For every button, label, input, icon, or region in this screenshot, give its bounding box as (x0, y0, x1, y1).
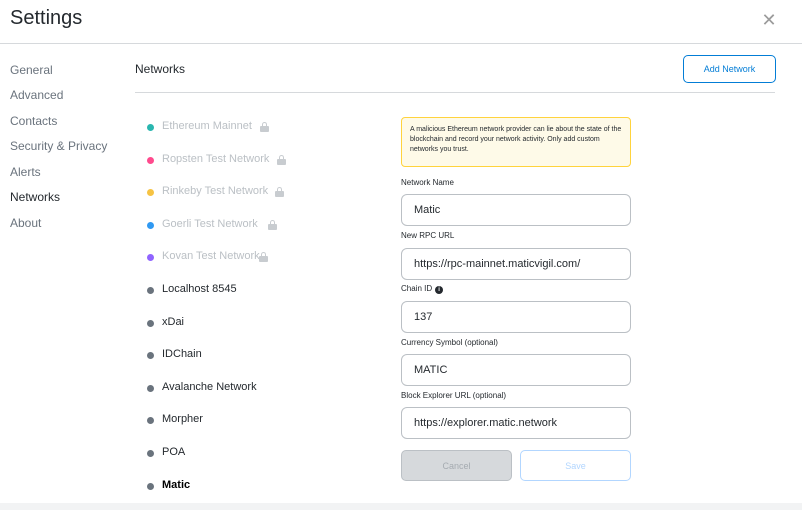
network-name: Avalanche Network (162, 381, 257, 393)
settings-panel: Settings ✕ General Advanced Contacts Sec… (0, 0, 802, 503)
add-network-button[interactable]: Add Network (683, 55, 776, 83)
warning-banner: A malicious Ethereum network provider ca… (401, 117, 631, 167)
info-icon[interactable]: i (435, 286, 444, 294)
lock-icon (268, 220, 277, 230)
network-name: IDChain (162, 348, 202, 360)
network-status-dot (147, 157, 154, 164)
network-status-dot (147, 189, 154, 196)
rpc-url-input[interactable] (401, 248, 631, 280)
rpc-url-label: New RPC URL (401, 231, 455, 240)
network-name: Matic (162, 479, 191, 491)
network-status-dot (147, 222, 154, 229)
sidebar-item-security-privacy[interactable]: Security & Privacy (10, 139, 107, 159)
close-icon[interactable]: ✕ (760, 10, 778, 30)
cancel-button[interactable]: Cancel (401, 450, 512, 481)
sidebar-item-contacts[interactable]: Contacts (10, 114, 57, 134)
settings-header: Settings ✕ (0, 0, 802, 44)
lock-icon (259, 252, 268, 262)
page-title: Settings (10, 7, 83, 29)
network-name: Ropsten Test Network (162, 153, 270, 165)
lock-icon (277, 155, 286, 165)
currency-symbol-label: Currency Symbol (optional) (401, 338, 498, 347)
network-name-input[interactable] (401, 194, 631, 226)
network-status-dot (147, 124, 154, 131)
network-status-dot (147, 287, 154, 294)
lock-icon (260, 122, 269, 132)
block-explorer-input[interactable] (401, 407, 631, 439)
section-title: Networks (135, 62, 186, 76)
network-name-label: Network Name (401, 178, 454, 187)
chain-id-label: Chain ID (401, 284, 433, 293)
network-name: Rinkeby Test Network (162, 185, 269, 197)
network-status-dot (147, 483, 154, 490)
network-status-dot (147, 450, 154, 457)
network-name: Ethereum Mainnet (162, 120, 252, 132)
networks-subheader: Networks Add Network (135, 55, 776, 93)
network-status-dot (147, 254, 154, 261)
lock-icon (275, 187, 284, 197)
network-status-dot (147, 417, 154, 424)
sidebar-item-general[interactable]: General (10, 63, 53, 83)
network-status-dot (147, 385, 154, 392)
network-name: Morpher (162, 413, 203, 425)
sidebar-item-alerts[interactable]: Alerts (10, 165, 41, 185)
network-name: xDai (162, 316, 185, 328)
save-button[interactable]: Save (520, 450, 631, 481)
network-name: Kovan Test Network (162, 250, 260, 262)
network-name: Localhost 8545 (162, 283, 237, 295)
sidebar-item-about[interactable]: About (10, 216, 41, 236)
sidebar-item-advanced[interactable]: Advanced (10, 88, 63, 108)
sidebar-item-networks[interactable]: Networks (10, 190, 60, 210)
network-name: Goerli Test Network (162, 218, 258, 230)
network-status-dot (147, 352, 154, 359)
chain-id-input[interactable] (401, 301, 631, 333)
network-status-dot (147, 320, 154, 327)
chain-id-label-row: Chain ID i (401, 284, 444, 294)
block-explorer-label: Block Explorer URL (optional) (401, 391, 507, 400)
network-name: POA (162, 446, 186, 458)
currency-symbol-input[interactable] (401, 354, 631, 386)
